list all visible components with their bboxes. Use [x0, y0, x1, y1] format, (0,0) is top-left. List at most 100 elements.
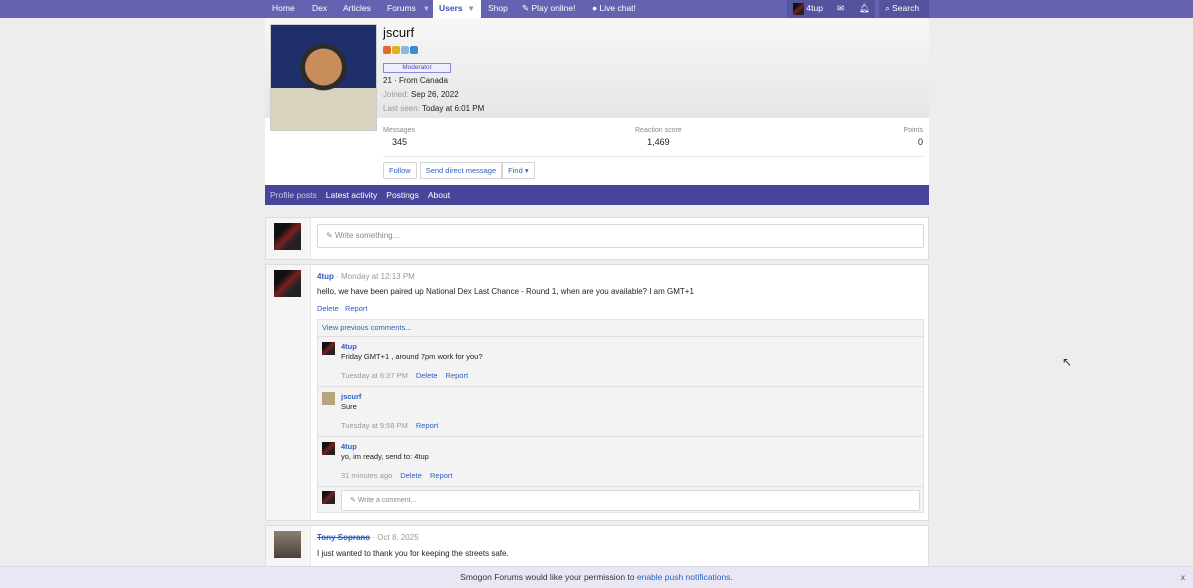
stat-value: 1,469 — [647, 137, 670, 147]
post-author[interactable]: 4tup — [317, 272, 334, 281]
nav-home[interactable]: Home — [266, 0, 301, 18]
profile-post: 4tup · Monday at 12:13 PM hello, we have… — [265, 264, 929, 521]
comment: 4tup yo, im ready, send to: 4tup 31 minute… — [318, 436, 923, 486]
profile-tabs: Profile posts Latest activity Postings A… — [265, 185, 929, 205]
nav-forums[interactable]: Forums ▾ — [381, 0, 434, 18]
profile-username: jscurf — [383, 25, 415, 40]
bell-icon[interactable]: 🔔︎ — [853, 0, 875, 18]
comment-time[interactable]: Tuesday at 9:58 PM — [341, 421, 408, 430]
last-seen: Last seen: Today at 6:01 PM — [383, 104, 484, 113]
tab-profile-posts[interactable]: Profile posts — [270, 185, 317, 205]
post-author[interactable]: Tony Soprano — [317, 533, 370, 542]
comment: jscurf Sure Tuesday at 9:58 PM Report — [318, 386, 923, 436]
tab-postings[interactable]: Postings — [386, 185, 419, 205]
nav-play[interactable]: ✎ Play online! — [516, 0, 581, 18]
stat-value: 0 — [917, 137, 923, 147]
nav-chat[interactable]: ● Live chat! — [586, 0, 642, 18]
placeholder: Write a comment... — [357, 497, 417, 504]
comment-author[interactable]: 4tup — [341, 442, 357, 451]
comment-author[interactable]: jscurf — [341, 392, 361, 401]
stat-points[interactable]: Points 0 — [904, 127, 923, 147]
comment-time[interactable]: 31 minutes ago — [341, 471, 392, 480]
nav-users-label: Users — [439, 3, 463, 13]
stat-label: Reaction score — [635, 127, 682, 134]
follow-button[interactable]: Follow — [383, 162, 417, 179]
push-notification-bar: Smogon Forums would like your permission… — [0, 566, 1193, 588]
write-comment-input[interactable]: ✎ Write a comment... — [341, 490, 920, 511]
comment-text: Friday GMT+1 , around 7pm work for you? — [341, 352, 483, 361]
comment-compose: ✎ Write a comment... — [318, 486, 923, 512]
pencil-icon: ✎ — [326, 231, 333, 240]
post-text: I just wanted to thank you for keeping t… — [317, 549, 509, 558]
report-link[interactable]: Report — [430, 471, 453, 480]
joined: Joined: Sep 26, 2022 — [383, 90, 459, 99]
nav-search-label: Search — [892, 3, 920, 13]
nav-dex[interactable]: Dex — [306, 0, 333, 18]
chevron-down-icon[interactable]: ▾ — [469, 3, 473, 13]
report-link[interactable]: Report — [416, 421, 439, 430]
profile-header: jscurf Moderator 21 · From Canada Joined… — [265, 18, 929, 185]
user-avatar — [793, 2, 804, 15]
delete-link[interactable]: Delete — [317, 304, 339, 313]
comment-avatar[interactable] — [322, 392, 335, 405]
stat-messages[interactable]: Messages 345 — [383, 127, 415, 147]
stat-label: Messages — [383, 127, 415, 134]
author-avatar[interactable] — [274, 270, 301, 297]
last-seen-label: Last seen: — [383, 104, 420, 113]
push-text: Smogon Forums would like your permission… — [460, 572, 637, 582]
comment-time[interactable]: Tuesday at 6:37 PM — [341, 371, 408, 380]
nav-chat-label: Live chat! — [599, 3, 636, 13]
nav-articles[interactable]: Articles — [337, 0, 377, 18]
comment-author[interactable]: 4tup — [341, 342, 357, 351]
post-time[interactable]: Oct 8, 2025 — [377, 533, 418, 542]
stat-label: Points — [903, 127, 923, 134]
chat-icon: ● — [592, 3, 598, 13]
enable-push-link[interactable]: enable push notifications — [637, 572, 731, 582]
report-link[interactable]: Report — [446, 371, 469, 380]
comment-text: Sure — [341, 402, 357, 411]
placeholder: Write something... — [334, 231, 400, 240]
author-avatar[interactable] — [274, 531, 301, 558]
nav-shop[interactable]: Shop — [482, 0, 514, 18]
badge-icon — [401, 46, 409, 54]
last-seen-value: Today at 6:01 PM — [422, 104, 485, 113]
close-icon[interactable]: x — [1181, 567, 1185, 588]
chevron-down-icon[interactable]: ▾ — [424, 3, 428, 13]
comment-avatar[interactable] — [322, 342, 335, 355]
find-button[interactable]: Find ▾ — [502, 162, 535, 179]
delete-link[interactable]: Delete — [400, 471, 422, 480]
stat-value: 345 — [392, 137, 408, 147]
stat-reactions[interactable]: Reaction score 1,469 — [635, 127, 682, 147]
inbox-icon[interactable]: ✉ — [831, 0, 853, 18]
view-previous-comments[interactable]: View previous comments... — [318, 320, 923, 336]
tab-about[interactable]: About — [428, 185, 450, 205]
nav-account[interactable]: 4tup — [787, 0, 831, 18]
compose-card: ✎ Write something... — [265, 217, 929, 260]
joined-label: Joined: — [383, 90, 409, 99]
nav-search[interactable]: ⌕ Search — [879, 0, 929, 18]
nav-username: 4tup — [806, 3, 823, 13]
post-time[interactable]: Monday at 12:13 PM — [341, 272, 415, 281]
role-badge: Moderator — [383, 63, 451, 73]
comments-section: View previous comments... 4tup Friday GMT… — [317, 319, 924, 513]
comment-text: yo, im ready, send to: 4tup — [341, 452, 429, 461]
comment-avatar[interactable] — [322, 442, 335, 455]
badge-icon — [392, 46, 400, 54]
badge-icon — [410, 46, 418, 54]
nav-users[interactable]: Users ▾ — [433, 0, 481, 18]
user-avatar — [322, 491, 335, 504]
write-something-input[interactable]: ✎ Write something... — [317, 224, 924, 248]
cursor-icon: ↖ — [1062, 355, 1073, 369]
pokeball-icon: ✎ — [522, 3, 530, 13]
comment: 4tup Friday GMT+1 , around 7pm work for y… — [318, 336, 923, 386]
send-message-button[interactable]: Send direct message — [419, 162, 503, 179]
top-nav: Home Dex Articles Forums ▾ Users ▾ Shop … — [0, 0, 1193, 18]
delete-link[interactable]: Delete — [416, 371, 438, 380]
profile-avatar — [270, 24, 377, 131]
tab-latest-activity[interactable]: Latest activity — [326, 185, 378, 205]
search-icon: ⌕ — [885, 3, 890, 13]
age-location: 21 · From Canada — [383, 76, 448, 85]
nav-play-label: Play online! — [531, 3, 576, 13]
report-link[interactable]: Report — [345, 304, 368, 313]
user-avatar — [274, 223, 301, 250]
